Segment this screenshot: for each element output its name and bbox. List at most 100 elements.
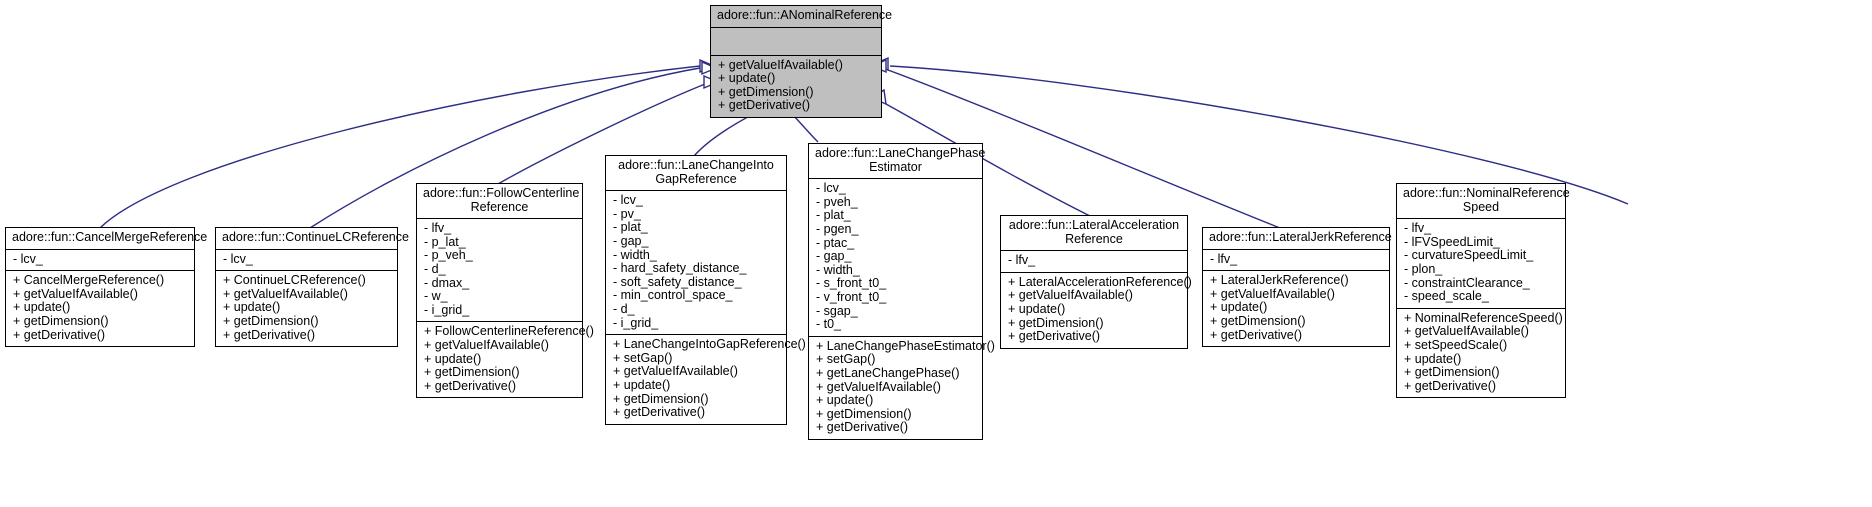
class-member-row: - gap_ [613, 233, 649, 248]
class-node-anominalreference[interactable]: adore::fun::ANominalReference + getValue… [710, 5, 892, 118]
class-member-row: - dmax_ [424, 275, 470, 290]
class-member-row: + setGap() [816, 352, 876, 367]
class-member-row: - width_ [816, 262, 860, 277]
class-member-row: + getLaneChangePhase() [816, 365, 960, 380]
class-member-row: - pv_ [613, 206, 641, 221]
class-member-row: + update() [223, 300, 281, 315]
class-member-row: - lFVSpeedLimit_ [1404, 234, 1500, 249]
class-member-row: + setSpeedScale() [1404, 337, 1508, 352]
class-operations: + ContinueLCReference() + getValueIfAvail… [216, 271, 397, 346]
class-operations: + LateralJerkReference() + getValueIfAvai… [1203, 271, 1389, 346]
class-title: adore::fun::ANominalReference [711, 6, 892, 28]
class-member-row: + update() [718, 71, 776, 86]
class-member-row: - i_grid_ [613, 315, 659, 330]
class-member-row: + getValueIfAvailable() [1210, 286, 1335, 301]
class-member-row: - t0_ [816, 317, 842, 332]
class-member-row: - v_front_t0_ [816, 289, 887, 304]
class-title: adore::fun::LateralAcceleration Referenc… [1001, 216, 1187, 252]
class-member-row: + getDerivative() [718, 98, 811, 113]
class-member-row: + setGap() [613, 350, 673, 365]
class-node-lanechangephaseestimator[interactable]: adore::fun::LaneChangePhase Estimator - … [808, 143, 995, 440]
class-operations: + LateralAccelerationReference() + getVal… [1001, 273, 1192, 348]
class-node-cancelmergereference[interactable]: adore::fun::CancelMergeReference - lcv_ … [5, 227, 207, 348]
class-member-row: - speed_scale_ [1404, 289, 1489, 304]
class-node-lateralaccelerationreference[interactable]: adore::fun::LateralAcceleration Referenc… [1000, 215, 1192, 349]
class-member-row: + getValueIfAvailable() [223, 286, 348, 301]
class-member-row: + LaneChangeIntoGapReference() [613, 337, 806, 352]
class-member-row: + getDimension() [13, 313, 109, 328]
class-member-row: - hard_safety_distance_ [613, 261, 747, 276]
class-member-row: - lcv_ [13, 251, 43, 266]
class-member-row: + getDerivative() [816, 420, 909, 435]
class-member-row: + getDimension() [816, 406, 912, 421]
class-member-row: - soft_safety_distance_ [613, 274, 742, 289]
class-operations: + CancelMergeReference() + getValueIfAvai… [6, 271, 194, 346]
class-member-row: + update() [13, 300, 71, 315]
class-member-row: + getDimension() [223, 313, 319, 328]
class-member-row: - lcv_ [223, 251, 253, 266]
class-member-row: + getDimension() [424, 365, 520, 380]
class-member-row: - gap_ [816, 249, 852, 264]
class-member-row: - lcv_ [816, 181, 846, 196]
class-title: adore::fun::ContinueLCReference [216, 228, 409, 250]
class-operations: + getValueIfAvailable() + update() + getDi… [711, 56, 881, 117]
class-member-row: + getDerivative() [13, 327, 106, 342]
class-member-row: + getValueIfAvailable() [13, 286, 138, 301]
class-member-row: + getDerivative() [613, 405, 706, 420]
class-member-row: - lfv_ [1404, 221, 1432, 236]
class-member-row: + getDimension() [1210, 313, 1306, 328]
class-member-row: - min_control_space_ [613, 288, 733, 303]
class-member-row: + update() [424, 351, 482, 366]
class-member-row: + LaneChangePhaseEstimator() [816, 338, 995, 353]
class-member-row: + update() [613, 377, 671, 392]
class-member-row: + ContinueLCReference() [223, 273, 366, 288]
class-node-continuelcreference[interactable]: adore::fun::ContinueLCReference - lcv_ +… [215, 227, 409, 348]
class-member-row: + update() [816, 393, 874, 408]
class-member-row: + getValueIfAvailable() [816, 379, 941, 394]
class-attributes: - lcv_ - pveh_ - plat_ - pgen_ - ptac_ - gap_… [809, 179, 982, 337]
class-attributes: - lcv_ - pv_ - plat_ - gap_ - width_ - hard_s… [606, 191, 786, 336]
class-attributes: - lfv_ - lFVSpeedLimit_ - curvatureSpeedLi… [1397, 219, 1565, 309]
class-member-row: - ptac_ [816, 235, 855, 250]
class-member-row: - pveh_ [816, 194, 858, 209]
class-member-row: - lcv_ [613, 193, 643, 208]
class-member-row: - plat_ [613, 220, 648, 235]
class-member-row: + getValueIfAvailable() [1008, 288, 1133, 303]
class-attributes: - lfv_ [1203, 250, 1389, 272]
class-member-row: - lfv_ [1008, 253, 1036, 268]
class-member-row: + getDimension() [1404, 365, 1500, 380]
class-member-row: - i_grid_ [424, 302, 470, 317]
class-member-row: + getDerivative() [1008, 329, 1101, 344]
class-member-row: - constraintClearance_ [1404, 275, 1530, 290]
class-member-row: + LateralAccelerationReference() [1008, 274, 1192, 289]
class-attributes: - lfv_ [1001, 251, 1187, 273]
class-operations: + FollowCenterlineReference() + getValueI… [417, 322, 594, 397]
class-node-lateraljerkreference[interactable]: adore::fun::LateralJerkReference - lfv_ … [1202, 227, 1392, 348]
class-operations: + LaneChangeIntoGapReference() + setGap()… [606, 335, 806, 424]
class-title: adore::fun::LaneChangeInto GapReference [606, 156, 786, 192]
class-title: adore::fun::LateralJerkReference [1203, 228, 1392, 250]
class-member-row: + getDerivative() [223, 327, 316, 342]
class-title: adore::fun::NominalReference Speed [1397, 184, 1570, 220]
class-member-row: + update() [1404, 351, 1462, 366]
class-node-lanechangeintogapreference[interactable]: adore::fun::LaneChangeInto GapReference … [605, 155, 806, 425]
class-member-row: - lfv_ [1210, 251, 1238, 266]
class-title: adore::fun::FollowCenterline Reference [417, 184, 582, 220]
class-node-nominalreferencespeed[interactable]: adore::fun::NominalReference Speed - lfv… [1396, 183, 1570, 399]
class-member-row: - w_ [424, 289, 448, 304]
class-member-row: + FollowCenterlineReference() [424, 324, 594, 339]
class-attributes: - lcv_ [216, 250, 397, 272]
class-title: adore::fun::LaneChangePhase Estimator [809, 144, 985, 180]
class-operations: + LaneChangePhaseEstimator() + setGap() + … [809, 337, 995, 439]
class-member-row: + getDimension() [718, 84, 814, 99]
class-member-row: + NominalReferenceSpeed() [1404, 310, 1563, 325]
class-node-followcenterlinereference[interactable]: adore::fun::FollowCenterline Reference -… [416, 183, 594, 399]
class-operations: + NominalReferenceSpeed() + getValueIfAva… [1397, 309, 1565, 398]
class-member-row: - plat_ [816, 208, 851, 223]
class-member-row: - d_ [424, 261, 446, 276]
uml-class-diagram: adore::fun::ANominalReference + getValue… [0, 0, 1872, 507]
class-member-row: - d_ [613, 301, 635, 316]
class-attributes: - lcv_ [6, 250, 194, 272]
class-member-row: - p_veh_ [424, 248, 473, 263]
class-title: adore::fun::CancelMergeReference [6, 228, 207, 250]
